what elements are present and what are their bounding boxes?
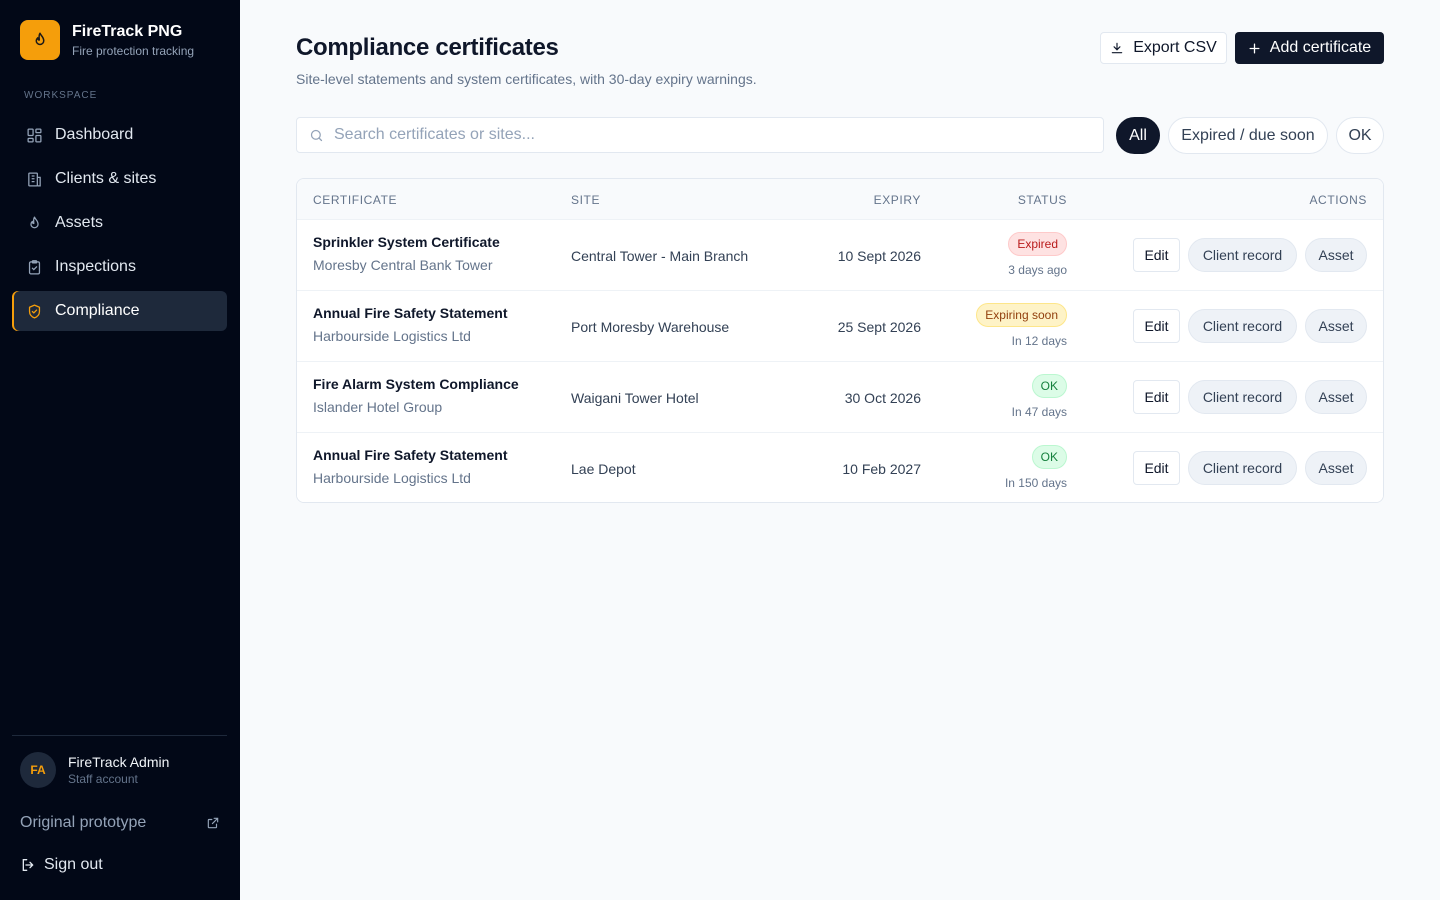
status-badge: Expiring soon [976,303,1067,327]
export-csv-label: Export CSV [1133,39,1217,56]
column-expiry: EXPIRY [873,193,921,207]
client-record-button[interactable]: Client record [1188,309,1297,343]
expiry-date: 25 Sept 2026 [837,318,921,335]
sidebar-item-label: Compliance [55,302,140,319]
page-title: Compliance certificates [296,34,559,61]
plus-icon [1248,42,1261,55]
certificate-title: Sprinkler System Certificate [313,234,500,250]
column-status: STATUS [1017,193,1067,207]
client-record-button[interactable]: Client record [1188,451,1297,485]
flame-icon [20,20,60,60]
shield-check-icon [25,302,43,320]
certificate-title: Fire Alarm System Compliance [313,376,519,392]
brand-name: FireTrack PNG [72,22,183,40]
external-link-icon [206,816,220,830]
export-csv-button[interactable]: Export CSV [1100,32,1227,64]
table-header: CERTIFICATE SITE EXPIRY STATUS ACTIONS [297,179,1383,219]
sidebar-item-label: Dashboard [55,126,134,143]
search-icon [309,128,324,143]
clipboard-check-icon [25,258,43,276]
status-badge: Expired [1008,232,1067,256]
table-row[interactable]: Fire Alarm System Compliance Islander Ho… [297,361,1383,432]
sign-out-button[interactable]: Sign out [20,853,103,877]
sidebar: FireTrack PNG Fire protection tracking W… [0,0,240,900]
sidebar-item-assets[interactable]: Assets [12,203,227,243]
asset-button[interactable]: Asset [1305,309,1367,343]
sidebar-item-clients-sites[interactable]: Clients & sites [12,159,227,199]
sidebar-item-label: Clients & sites [55,170,157,187]
column-actions: ACTIONS [1309,193,1367,207]
brand-subtitle: Fire protection tracking [72,43,195,58]
expiry-date: 30 Oct 2026 [844,389,921,406]
filter-ok[interactable]: OK [1336,117,1384,154]
table-row[interactable]: Annual Fire Safety Statement Harbourside… [297,432,1383,502]
log-out-icon [20,857,36,873]
user-card[interactable]: FA FireTrack Admin Staff account [20,752,169,788]
certificate-client: Moresby Central Bank Tower [313,257,493,273]
download-icon [1110,41,1124,55]
avatar: FA [20,752,56,788]
site-name: Central Tower - Main Branch [571,247,749,264]
column-site: SITE [571,193,601,207]
asset-button[interactable]: Asset [1305,451,1367,485]
main-content: Compliance certificates Site-level state… [240,0,1440,900]
workspace-label: WORKSPACE [24,90,98,101]
status-badge: OK [1031,374,1067,398]
edit-button[interactable]: Edit [1133,451,1180,485]
relative-time: In 12 days [1011,334,1067,348]
user-name: FireTrack Admin [68,754,170,770]
sidebar-item-label: Inspections [55,258,136,275]
brand[interactable]: FireTrack PNG Fire protection tracking [20,20,194,60]
table-row[interactable]: Sprinkler System Certificate Moresby Cen… [297,219,1383,290]
sidebar-divider [12,735,227,736]
site-name: Lae Depot [571,460,636,477]
column-certificate: CERTIFICATE [313,193,398,207]
relative-time: 3 days ago [1008,263,1067,277]
sidebar-nav: Dashboard Clients & sites Assets Inspect… [12,115,227,335]
certificate-client: Harbourside Logistics Ltd [313,470,471,486]
filter-expired-due-soon[interactable]: Expired / due soon [1168,117,1328,154]
table-row[interactable]: Annual Fire Safety Statement Harbourside… [297,290,1383,361]
asset-button[interactable]: Asset [1305,380,1367,414]
site-name: Waigani Tower Hotel [571,389,699,406]
asset-button[interactable]: Asset [1305,238,1367,272]
add-certificate-button[interactable]: Add certificate [1235,32,1384,64]
search-input[interactable] [334,126,1074,144]
user-role: Staff account [68,772,138,786]
add-certificate-label: Add certificate [1269,39,1372,56]
edit-button[interactable]: Edit [1133,309,1180,343]
certificates-table: CERTIFICATE SITE EXPIRY STATUS ACTIONS S… [296,178,1384,503]
expiry-date: 10 Feb 2027 [842,460,921,477]
sign-out-label: Sign out [44,856,103,873]
expiry-date: 10 Sept 2026 [837,247,921,264]
relative-time: In 47 days [1011,405,1067,419]
sidebar-item-dashboard[interactable]: Dashboard [12,115,227,155]
grid-icon [25,126,43,144]
certificate-title: Annual Fire Safety Statement [313,447,508,463]
client-record-button[interactable]: Client record [1188,238,1297,272]
certificate-title: Annual Fire Safety Statement [313,305,508,321]
flame-icon [25,214,43,232]
site-name: Port Moresby Warehouse [571,318,730,335]
certificate-client: Harbourside Logistics Ltd [313,328,471,344]
page-subtitle: Site-level statements and system certifi… [296,71,757,87]
relative-time: In 150 days [1004,476,1067,490]
status-badge: OK [1031,445,1067,469]
sidebar-item-inspections[interactable]: Inspections [12,247,227,287]
filter-all[interactable]: All [1116,117,1160,154]
search-bar[interactable] [296,117,1104,153]
prototype-link-label: Original prototype [20,814,147,831]
original-prototype-link[interactable]: Original prototype [20,811,220,835]
edit-button[interactable]: Edit [1133,380,1180,414]
sidebar-item-label: Assets [55,214,104,231]
sidebar-item-compliance[interactable]: Compliance [12,291,227,331]
client-record-button[interactable]: Client record [1188,380,1297,414]
certificate-client: Islander Hotel Group [313,399,443,415]
edit-button[interactable]: Edit [1133,238,1180,272]
building-icon [25,170,43,188]
